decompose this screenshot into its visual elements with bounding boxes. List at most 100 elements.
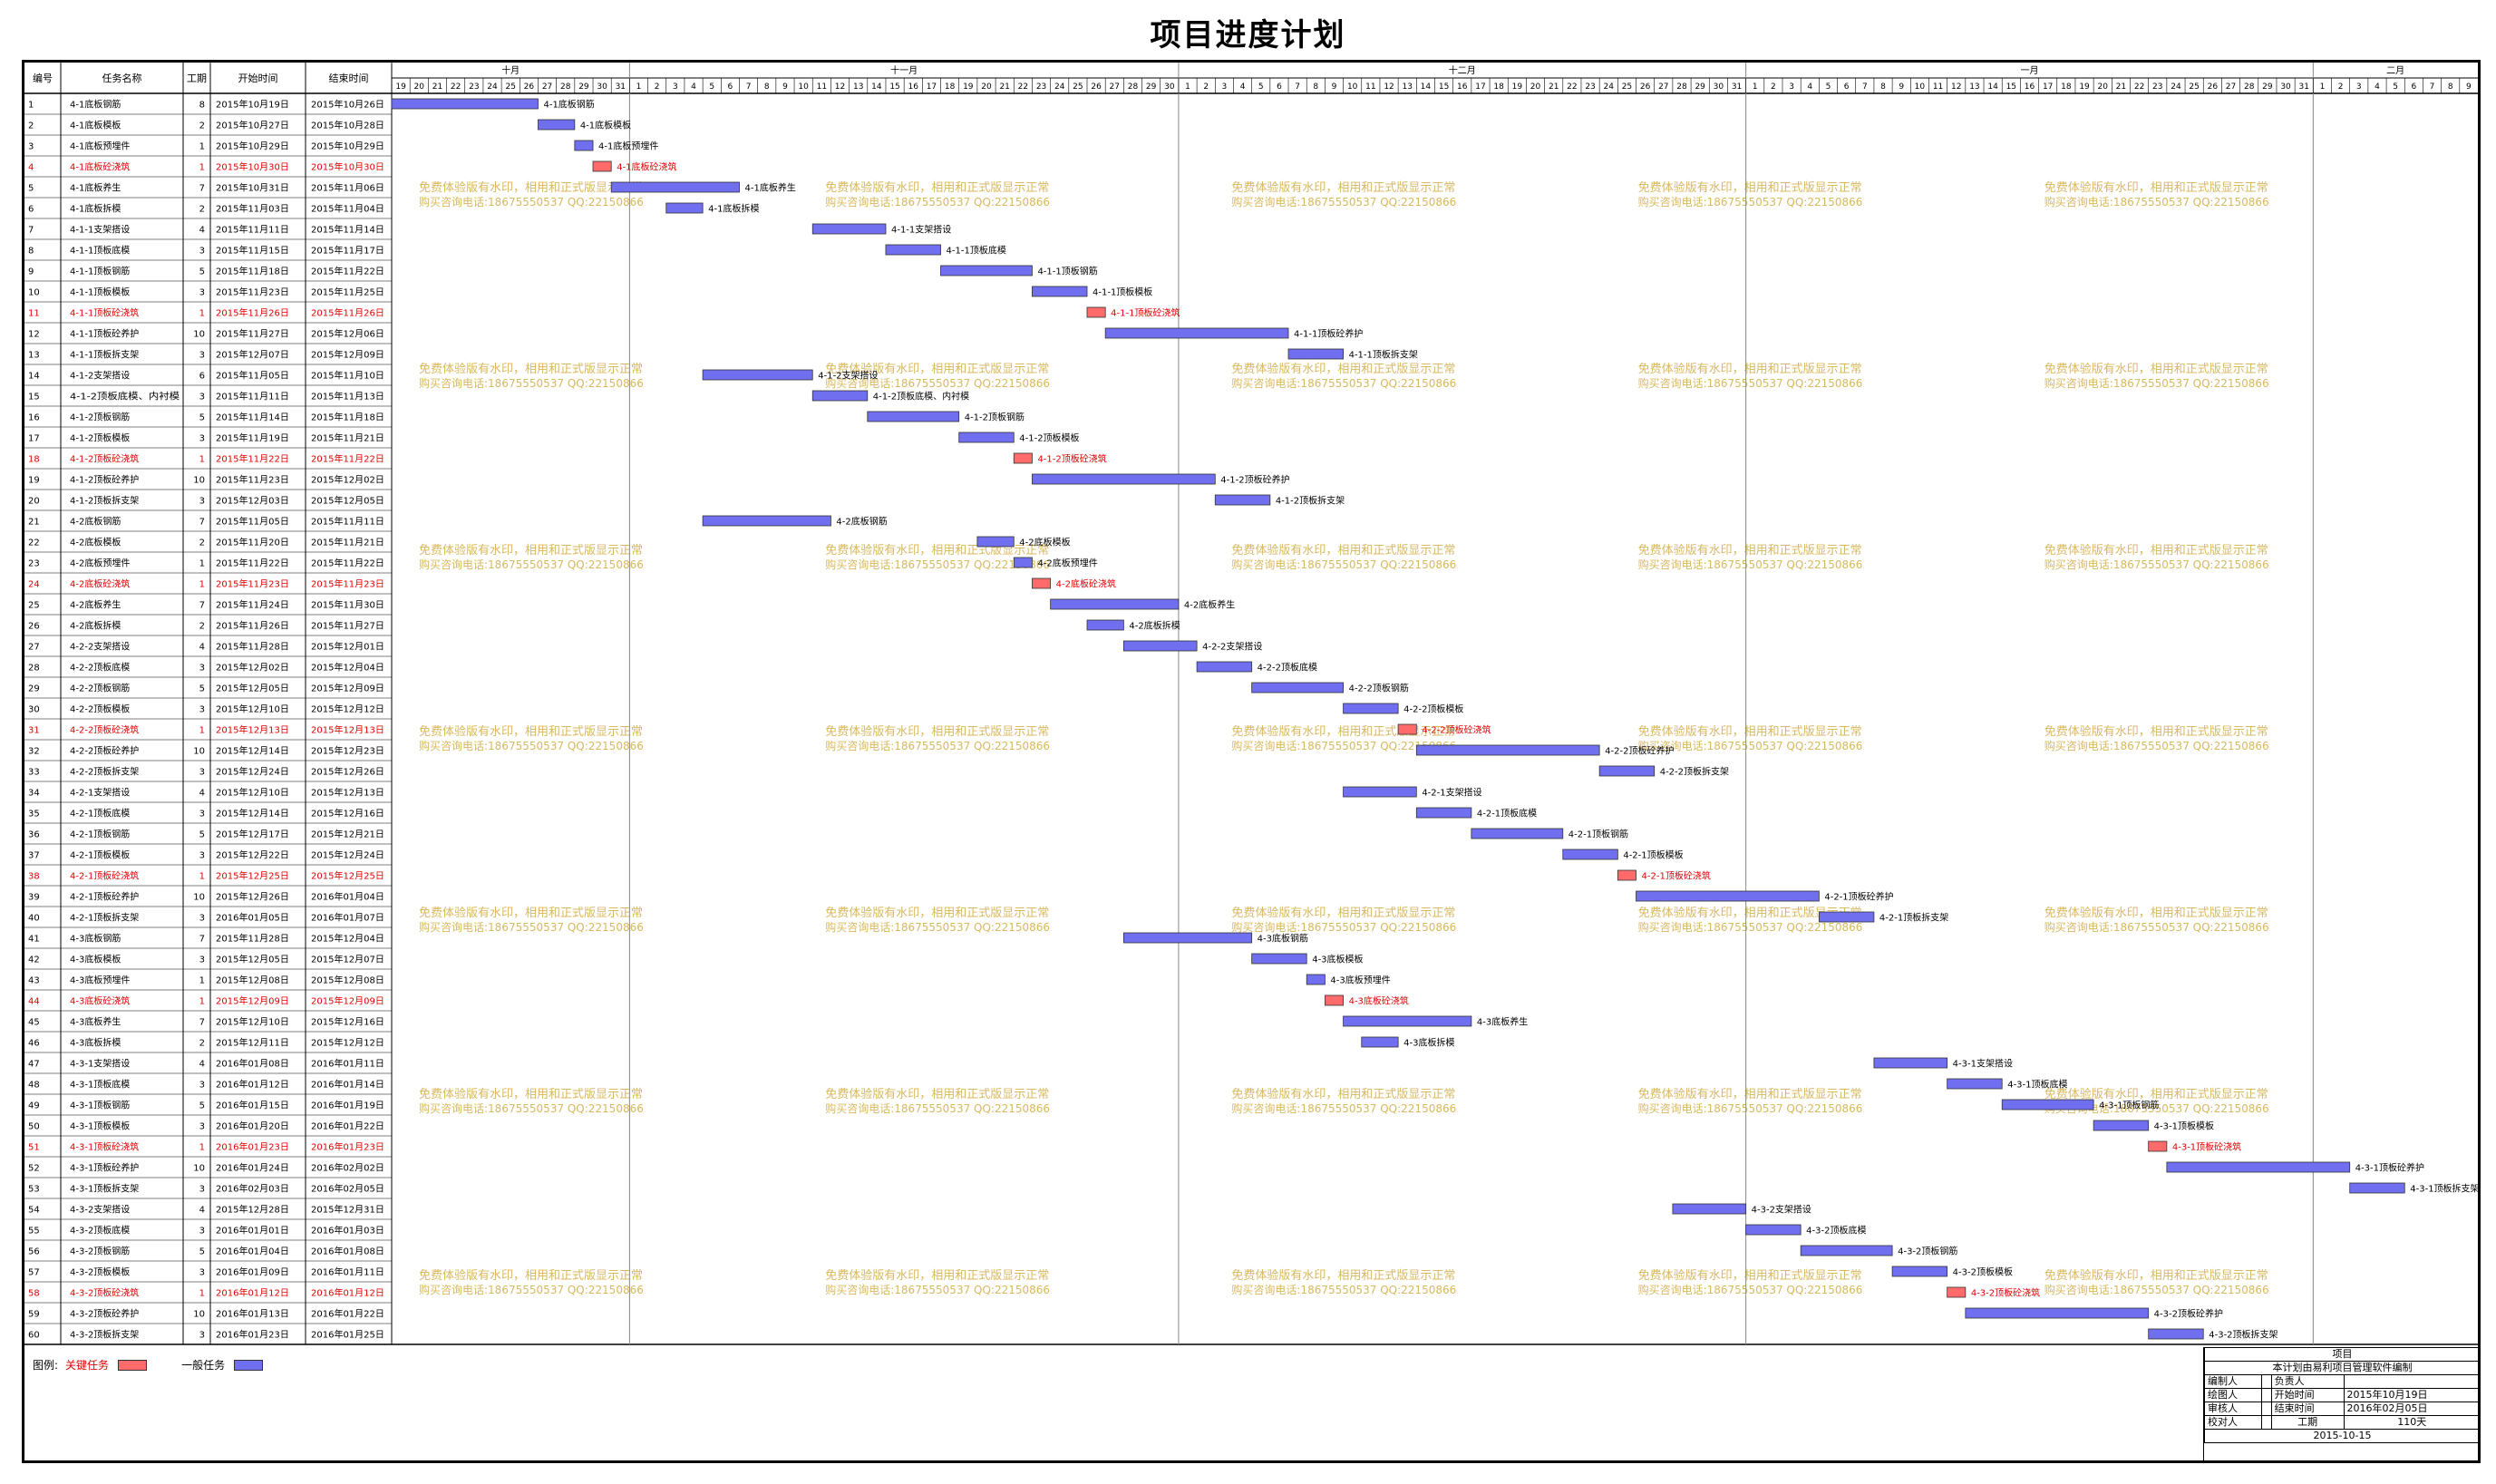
bar-label: 4-2底板钢筋 [836,516,887,528]
task-end: 2016年01月04日 [311,891,384,903]
watermark-line1: 免费体验版有水印，相用和正式版显示正常 [2044,362,2268,376]
task-bar [610,181,740,193]
task-name: 4-2-1顶板钢筋 [70,829,130,840]
task-start: 2015年11月23日 [216,578,289,590]
month-label: 十月 [501,64,520,76]
task-start: 2015年10月19日 [216,99,289,111]
watermark-line1: 免费体验版有水印，相用和正式版显示正常 [1638,1087,1862,1101]
task-name: 4-3-1顶板砼养护 [70,1162,139,1174]
task-name: 4-2-2顶板拆支架 [70,766,139,778]
task-bar [1636,890,1820,902]
task-start: 2016年01月23日 [216,1141,289,1153]
task-end: 2015年11月10日 [311,370,384,382]
bar-label: 4-2-2顶板砼养护 [1605,745,1674,757]
day-tick-label: 15 [2006,82,2016,92]
task-duration: 3 [199,810,205,820]
task-duration: 3 [199,914,205,924]
task-id: 33 [28,768,40,778]
task-id: 38 [28,872,40,882]
task-table: 编号 任务名称 工期 开始时间 结束时间1 4-1底板钢筋 8 2015年10月19日 2015… [24,72,392,1345]
task-bar [1361,1036,1399,1048]
day-tick-label: 18 [1493,82,1504,92]
task-id: 14 [28,372,40,382]
bar-label: 4-1-1顶板模板 [1093,286,1152,298]
task-name: 4-1-2顶板底模、内衬模 [70,391,180,403]
bar-label: 4-2-2顶板钢筋 [1349,683,1409,694]
day-tick-label: 27 [1658,82,1668,92]
watermark-line2: 购买咨询电话:18675550537 QQ:22150866 [1231,195,1456,209]
task-start: 2015年10月27日 [216,120,289,131]
task-start: 2015年12月10日 [216,787,289,799]
day-tick-label: 7 [1295,82,1300,92]
task-bar [1104,327,1289,339]
watermark-line2: 购买咨询电话:18675550537 QQ:22150866 [825,195,1050,209]
bar-label: 4-1底板砼浇筑 [617,161,676,173]
bar-label: 4-2-2支架搭设 [1202,641,1262,653]
task-id: 19 [28,476,40,486]
day-tick-label: 29 [1695,82,1705,92]
task-start: 2016年01月20日 [216,1120,289,1132]
bar-label: 4-1-2顶板砼浇筑 [1037,453,1106,465]
task-end: 2015年11月18日 [311,412,384,423]
bar-label: 4-3-2顶板模板 [1953,1266,2013,1278]
watermark-line1: 免费体验版有水印，相用和正式版显示正常 [1638,543,1862,558]
task-start: 2015年12月22日 [216,849,289,861]
task-name: 4-1-2顶板钢筋 [70,412,130,423]
bar-label: 4-1-2顶板拆支架 [1276,495,1345,507]
task-bar [1562,849,1618,860]
task-name: 4-2-1支架搭设 [70,787,130,799]
page-title: 项目进度计划 [1150,17,1346,53]
watermark-line1: 免费体验版有水印，相用和正式版显示正常 [419,362,643,376]
header-name: 任务名称 [102,72,142,84]
day-tick-label: 10 [1915,82,1926,92]
info-note: 本计划由易利项目管理软件编制 [2204,1361,2481,1375]
day-tick-label: 22 [451,82,461,92]
task-start: 2016年01月09日 [216,1266,289,1278]
task-end: 2015年12月02日 [311,474,384,486]
watermark-line2: 购买咨询电话:18675550537 QQ:22150866 [825,1101,1050,1115]
task-start: 2016年01月15日 [216,1100,289,1111]
day-tick-label: 9 [2466,82,2472,92]
task-start: 2015年12月14日 [216,808,289,820]
task-end: 2015年10月30日 [311,161,384,173]
task-start: 2015年12月05日 [216,954,289,965]
day-tick-label: 30 [1164,82,1175,92]
watermark-line2: 购买咨询电话:18675550537 QQ:22150866 [2044,376,2269,390]
task-end: 2015年12月06日 [311,328,384,340]
day-tick-label: 9 [782,82,788,92]
task-start: 2015年11月26日 [216,620,289,632]
task-bar [391,98,539,110]
bar-label: 4-1-2顶板钢筋 [965,412,1025,423]
watermark-line1: 免费体验版有水印，相用和正式版显示正常 [419,1268,643,1283]
task-duration: 4 [199,789,205,799]
task-id: 25 [28,601,40,611]
bar-label: 4-1底板拆模 [708,203,759,215]
task-bar [1471,828,1564,839]
bar-label: 4-2-2顶板底模 [1258,662,1317,674]
watermark-line1: 免费体验版有水印，相用和正式版显示正常 [2044,1087,2268,1101]
task-bar [574,140,594,151]
task-bar [1251,953,1307,965]
day-tick-label: 20 [414,82,425,92]
watermark-line2: 购买咨询电话:18675550537 QQ:22150866 [1231,1101,1456,1115]
bar-label: 4-3底板钢筋 [1258,933,1308,945]
day-tick-label: 13 [1402,82,1412,92]
critical-task-bar [2148,1140,2168,1152]
bar-layer: 4-1底板钢筋 4-1底板模板 4-1底板预埋件 4-1底板砼浇筑 4-1底板养生 4-1… [391,98,2478,1341]
task-start: 2015年12月11日 [216,1037,289,1049]
bar-label: 4-1-2顶板模板 [1019,432,1079,444]
watermark-line1: 免费体验版有水印，相用和正式版显示正常 [419,1087,643,1101]
task-duration: 3 [199,664,205,674]
bar-label: 4-3底板预埋件 [1330,975,1390,986]
task-bar [1032,286,1088,297]
task-bar [1415,744,1600,756]
legend-critical-label: 关键任务 [65,1359,110,1372]
task-end: 2015年11月22日 [311,453,384,465]
task-bar [1287,348,1344,360]
task-name: 4-1-1顶板底模 [70,245,130,257]
bar-label: 4-3底板养生 [1477,1016,1528,1028]
bar-label: 4-1-2支架搭设 [818,370,878,382]
day-tick-label: 22 [1567,82,1577,92]
task-bar [1343,786,1417,798]
task-name: 4-2-2支架搭设 [70,641,130,653]
